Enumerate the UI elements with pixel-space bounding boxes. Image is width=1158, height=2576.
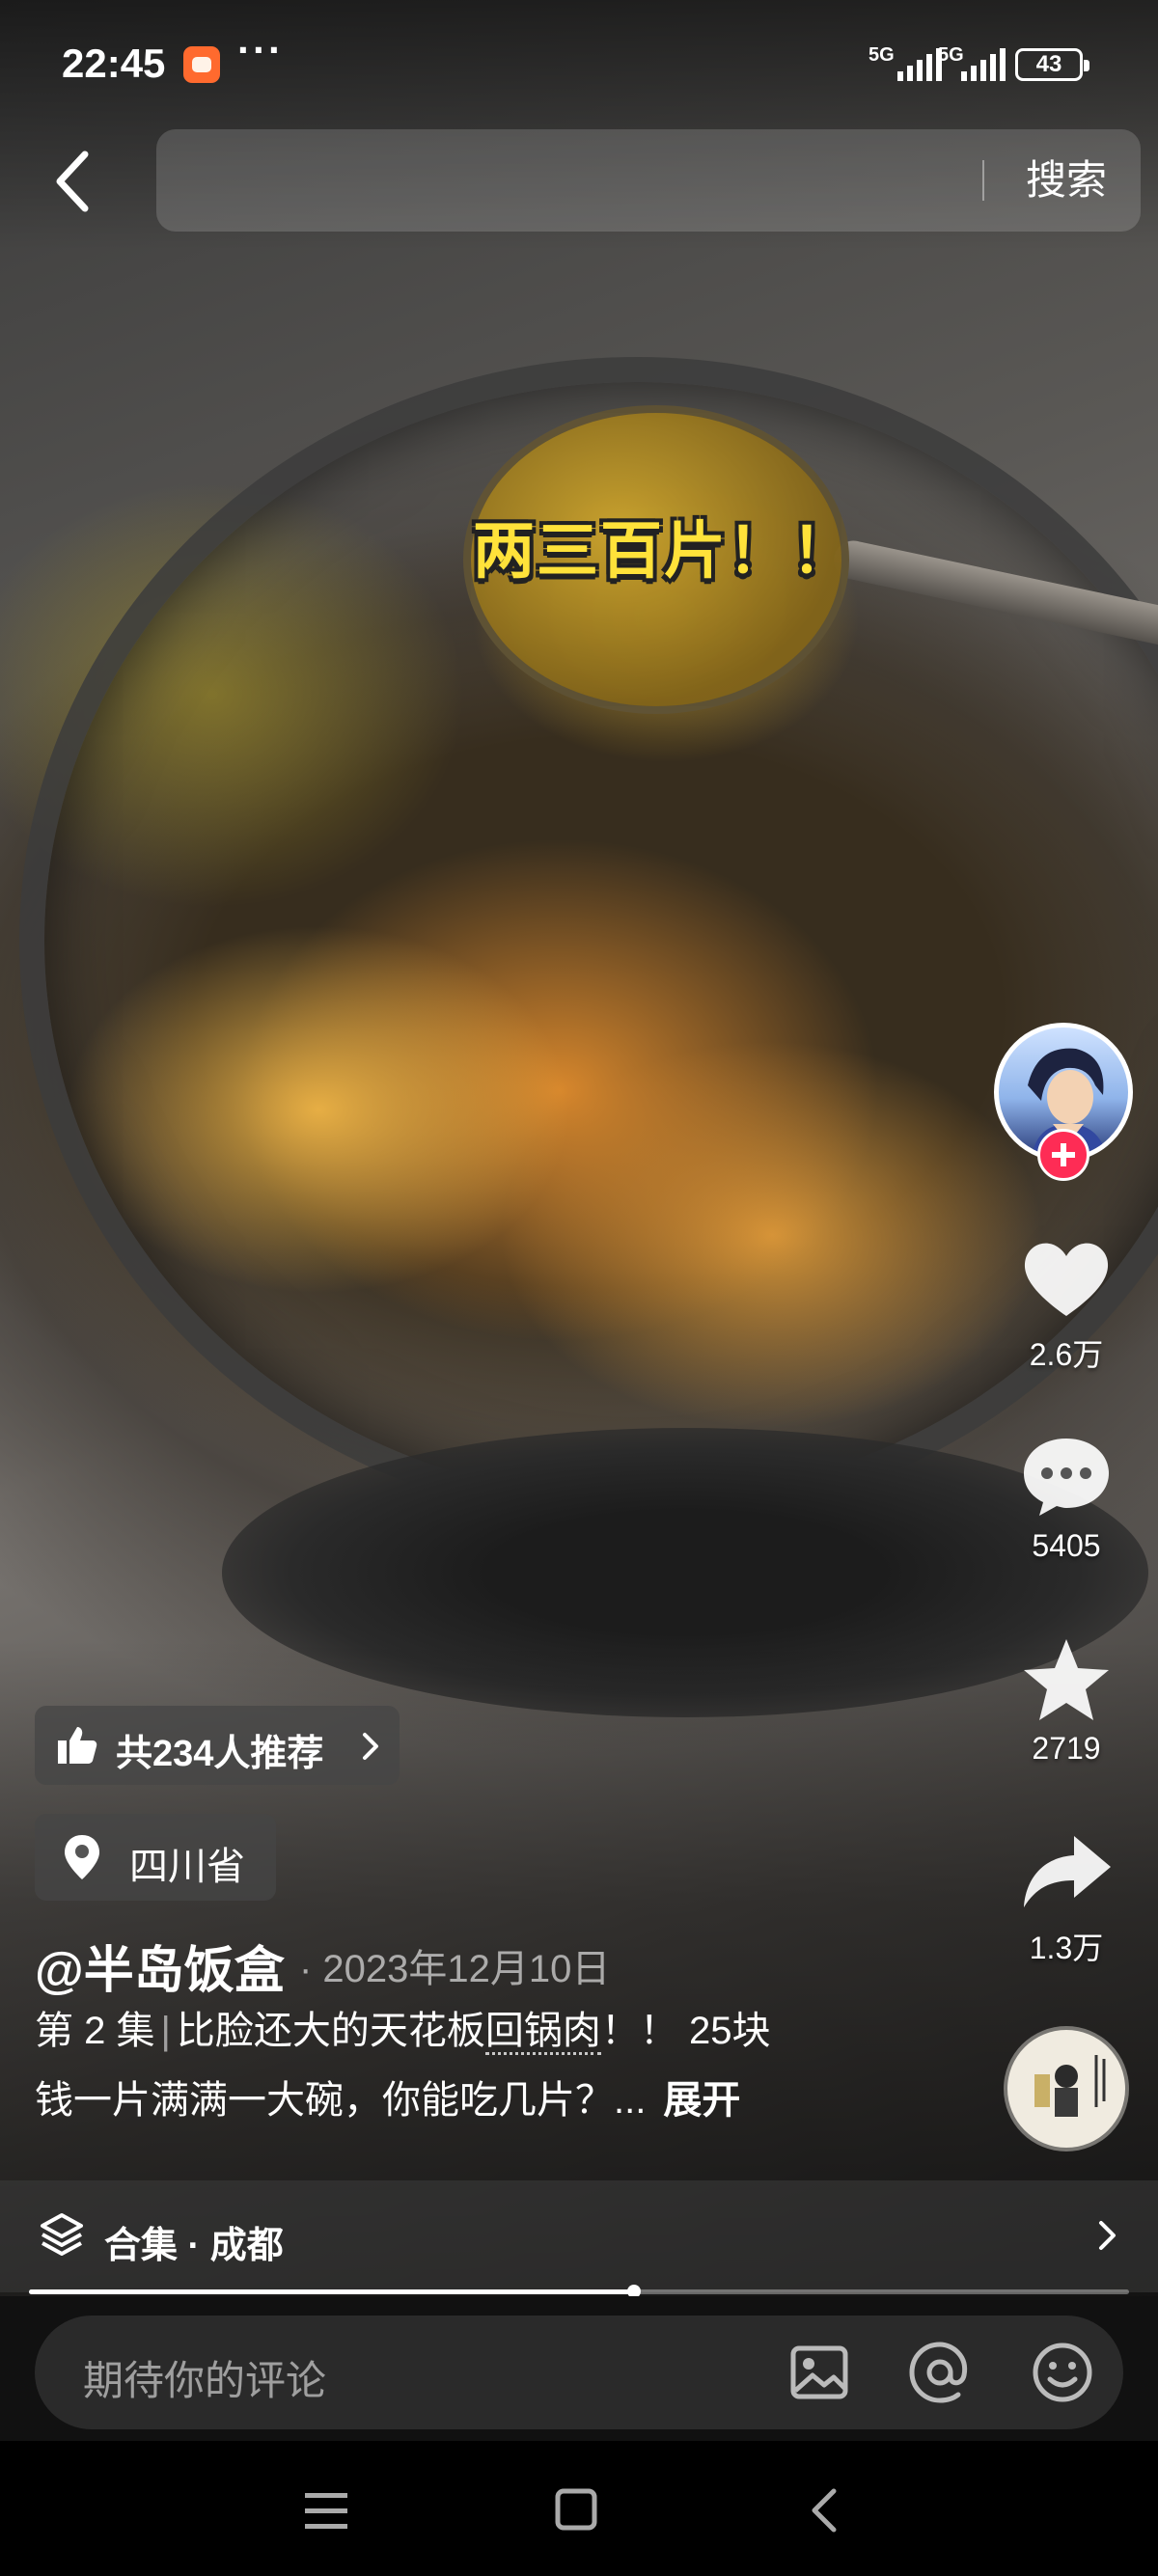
video-description-line2[interactable]: 钱一片满满一大碗，你能吃几片？... 展开 xyxy=(35,2072,903,2128)
follow-button[interactable] xyxy=(1037,1129,1089,1181)
favorite-count: 2719 xyxy=(1032,1731,1101,1766)
post-date: · 2023年12月10日 xyxy=(299,1948,611,1990)
comment-button[interactable]: 5405 xyxy=(994,1433,1139,1564)
back-triangle-icon[interactable] xyxy=(801,2485,859,2535)
home-square-icon[interactable] xyxy=(550,2485,608,2535)
plus-icon xyxy=(1052,1143,1075,1166)
status-bar: 22:45 ··· 5G 5G 43 xyxy=(0,0,1158,125)
emoji-icon[interactable] xyxy=(1029,2339,1096,2406)
system-navigation-bar xyxy=(0,2441,1158,2576)
title-part2: ！！ 25块 xyxy=(600,2010,771,2052)
video-description[interactable]: 第 2 集 | 比脸还大的天花板回锅肉！！ 25块 xyxy=(35,2003,903,2059)
search-divider xyxy=(982,160,984,201)
title-part1: 比脸还大的天花板 xyxy=(176,2010,485,2052)
like-button[interactable]: 2.6万 xyxy=(994,1235,1139,1375)
comment-area: 期待你的评论 xyxy=(0,2296,1158,2441)
collection-label: 合集 · 成都 xyxy=(104,2226,284,2266)
location-label: 四川省 xyxy=(129,1846,245,1888)
description-text: 钱一片满满一大碗，你能吃几片？... xyxy=(35,2079,647,2122)
video-caption: 两三百片！！ xyxy=(473,516,855,586)
expand-button[interactable]: 展开 xyxy=(663,2079,740,2122)
playback-progress-bar[interactable] xyxy=(29,2285,1129,2298)
recommend-chip[interactable]: 共234人推荐 xyxy=(35,1706,400,1785)
status-more: ··· xyxy=(237,27,284,72)
episode-label: 第 2 集 xyxy=(35,2010,155,2052)
chevron-right-icon xyxy=(1099,2221,1116,2250)
music-disc-art xyxy=(1034,2055,1106,2117)
comment-input[interactable]: 期待你的评论 xyxy=(35,2316,1123,2429)
like-count: 2.6万 xyxy=(1029,1337,1104,1372)
thumbs-up-icon xyxy=(58,1727,97,1764)
author-name[interactable]: @半岛饭盒 xyxy=(35,1930,285,2002)
playback-progress-fill xyxy=(29,2289,634,2294)
heart-icon xyxy=(1024,1243,1109,1316)
favorite-button[interactable]: 2719 xyxy=(994,1635,1139,1767)
music-disc[interactable] xyxy=(1004,2026,1129,2151)
search-button[interactable]: 搜索 xyxy=(1004,151,1129,210)
recommend-label: 共234人推荐 xyxy=(116,1734,324,1774)
comment-count: 5405 xyxy=(1032,1528,1101,1563)
share-button[interactable]: 1.3万 xyxy=(994,1828,1139,1968)
image-icon[interactable] xyxy=(786,2339,853,2406)
menu-icon[interactable] xyxy=(299,2485,357,2535)
collection-bar[interactable]: 合集 · 成都 xyxy=(0,2180,1158,2292)
back-arrow-icon[interactable] xyxy=(46,145,104,218)
comment-placeholder: 期待你的评论 xyxy=(83,2358,327,2403)
share-count: 1.3万 xyxy=(1029,1931,1104,1965)
layers-icon xyxy=(41,2213,83,2256)
at-icon[interactable] xyxy=(906,2339,974,2406)
episode-separator: | xyxy=(160,2010,171,2052)
battery-indicator: 43 xyxy=(1015,48,1089,81)
location-chip[interactable]: 四川省 xyxy=(35,1814,276,1901)
chevron-right-icon xyxy=(363,1733,378,1760)
network-label-1: 5G xyxy=(868,44,895,66)
status-time: 22:45 xyxy=(62,41,166,86)
comment-bubble-icon xyxy=(1024,1439,1109,1516)
location-pin-icon xyxy=(65,1835,99,1879)
app-notification-icon xyxy=(183,46,220,83)
search-input[interactable]: 搜索 xyxy=(156,129,1141,232)
star-icon xyxy=(1024,1639,1109,1720)
network-label-2: 5G xyxy=(938,44,964,66)
share-arrow-icon xyxy=(1024,1836,1111,1907)
title-link[interactable]: 回锅肉 xyxy=(484,2010,601,2055)
